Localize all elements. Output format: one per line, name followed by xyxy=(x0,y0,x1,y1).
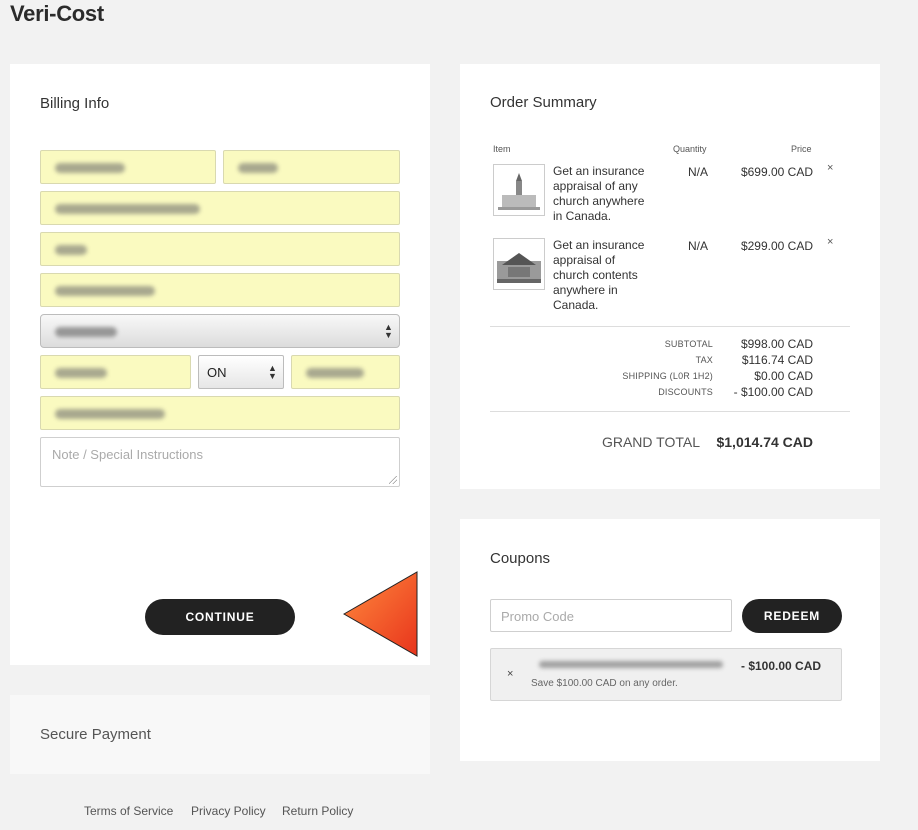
secure-payment-panel[interactable]: Secure Payment xyxy=(10,695,430,774)
church-image-icon xyxy=(494,165,544,215)
province-value: ON xyxy=(207,365,227,380)
postal-code-field[interactable] xyxy=(291,355,400,389)
resize-grip-icon[interactable] xyxy=(389,476,397,484)
item-price: $699.00 CAD xyxy=(740,165,813,179)
divider xyxy=(490,326,850,327)
coupon-description: Save $100.00 CAD on any order. xyxy=(531,678,678,689)
discounts-value: - $100.00 CAD xyxy=(733,385,813,399)
item-quantity: N/A xyxy=(688,239,709,253)
church-contents-image-icon xyxy=(494,239,544,289)
tax-label: TAX xyxy=(695,355,713,365)
coupons-heading: Coupons xyxy=(490,550,551,567)
first-name-field[interactable] xyxy=(40,150,216,184)
redeem-button[interactable]: REDEEM xyxy=(742,599,842,633)
remove-item-icon[interactable]: × xyxy=(827,236,833,248)
grand-total-label: GRAND TOTAL xyxy=(601,434,700,450)
subtotal-label: SUBTOTAL xyxy=(664,339,713,349)
note-textarea[interactable]: Note / Special Instructions xyxy=(40,437,400,487)
pointer-arrow-icon xyxy=(342,571,418,657)
remove-coupon-icon[interactable]: × xyxy=(507,668,513,680)
select-arrows-icon: ▲ ▼ xyxy=(268,363,277,381)
address-field[interactable] xyxy=(40,232,400,266)
subtotal-value: $998.00 CAD xyxy=(740,337,813,351)
tax-value: $116.74 CAD xyxy=(741,353,813,367)
item-description: Get an insurance appraisal of church con… xyxy=(553,238,645,312)
country-select[interactable]: ▲ ▼ xyxy=(40,314,400,348)
promo-code-input[interactable]: Promo Code xyxy=(490,599,732,632)
return-policy-link[interactable]: Return Policy xyxy=(282,804,353,818)
billing-info-heading: Billing Info xyxy=(40,95,110,112)
item-quantity: N/A xyxy=(688,165,709,179)
billing-info-panel: Billing Info ▲ ▼ ON ▲ ▼ Note / Special Ins… xyxy=(10,64,430,665)
discounts-label: DISCOUNTS xyxy=(658,387,713,397)
terms-of-service-link[interactable]: Terms of Service xyxy=(84,804,173,818)
coupons-panel: Coupons Promo Code REDEEM × - $100.00 CA… xyxy=(460,519,880,761)
shipping-value: $0.00 CAD xyxy=(754,369,813,383)
city-field[interactable] xyxy=(40,355,191,389)
phone-field[interactable] xyxy=(40,396,400,430)
column-price: Price xyxy=(791,144,812,154)
site-title: Veri-Cost xyxy=(10,1,104,26)
shipping-label: SHIPPING (L0R 1H2) xyxy=(622,371,713,381)
divider xyxy=(490,411,850,412)
grand-total-value: $1,014.74 CAD xyxy=(716,434,813,450)
coupon-code-redacted xyxy=(539,661,723,668)
address-line-2-field[interactable] xyxy=(40,273,400,307)
coupon-amount: - $100.00 CAD xyxy=(741,659,822,673)
note-placeholder: Note / Special Instructions xyxy=(52,447,204,462)
remove-item-icon[interactable]: × xyxy=(827,162,833,174)
email-field[interactable] xyxy=(40,191,400,225)
item-thumbnail-contents xyxy=(493,238,545,290)
column-quantity: Quantity xyxy=(673,144,707,154)
secure-payment-heading: Secure Payment xyxy=(40,726,151,743)
privacy-policy-link[interactable]: Privacy Policy xyxy=(191,804,266,818)
select-arrows-icon: ▲ ▼ xyxy=(384,322,393,340)
last-name-field[interactable] xyxy=(223,150,400,184)
item-price: $299.00 CAD xyxy=(740,239,813,253)
applied-coupon: × - $100.00 CAD Save $100.00 CAD on any … xyxy=(490,648,842,701)
province-select[interactable]: ON ▲ ▼ xyxy=(198,355,284,389)
order-summary-heading: Order Summary xyxy=(490,94,597,111)
continue-button[interactable]: CONTINUE xyxy=(145,599,295,635)
item-description: Get an insurance appraisal of any church… xyxy=(553,164,645,223)
promo-code-placeholder: Promo Code xyxy=(501,609,574,624)
column-item: Item xyxy=(493,144,511,154)
item-thumbnail-church xyxy=(493,164,545,216)
order-summary-panel: Order Summary Item Quantity Price Get an… xyxy=(460,64,880,489)
